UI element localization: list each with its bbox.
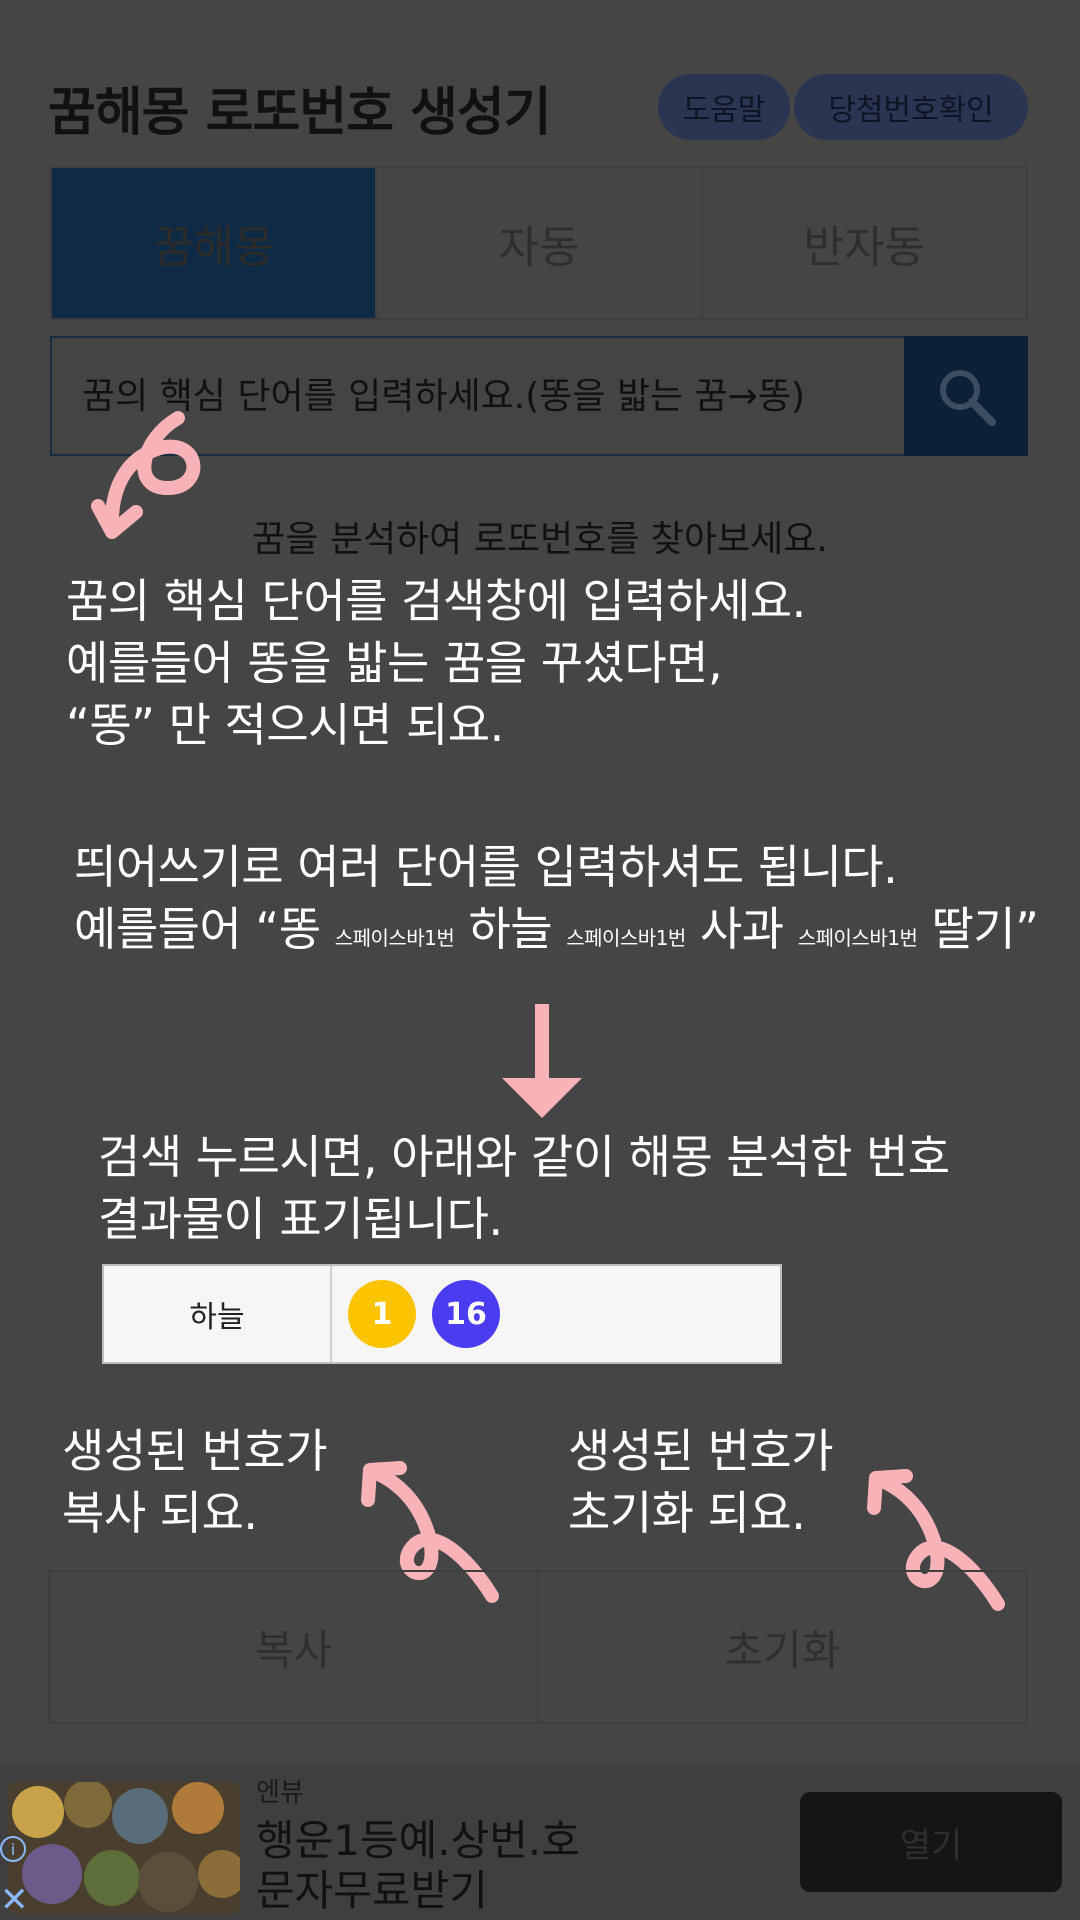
ad-title-line-2: 문자무료받기 bbox=[256, 1866, 488, 1915]
copy-button[interactable]: 복사 bbox=[50, 1572, 539, 1722]
reset-button[interactable]: 초기화 bbox=[539, 1572, 1026, 1722]
ad-open-button[interactable]: 열기 bbox=[800, 1792, 1062, 1892]
down-arrow-icon bbox=[502, 1078, 582, 1118]
lottery-balls-image bbox=[8, 1782, 240, 1914]
ad-image[interactable] bbox=[8, 1782, 240, 1914]
ad-title: 행운1등예.상번.호 문자무료받기 bbox=[256, 1816, 580, 1916]
ad-close-icon[interactable]: ✕ bbox=[0, 1880, 29, 1920]
down-arrow-shaft bbox=[535, 1004, 549, 1080]
ad-title-line-1: 행운1등예.상번.호 bbox=[256, 1816, 580, 1865]
bottom-actions: 복사 초기화 bbox=[48, 1570, 1028, 1724]
ad-info-icon[interactable]: i bbox=[0, 1836, 26, 1862]
ad-advertiser: 엔뷰 bbox=[256, 1778, 304, 1808]
